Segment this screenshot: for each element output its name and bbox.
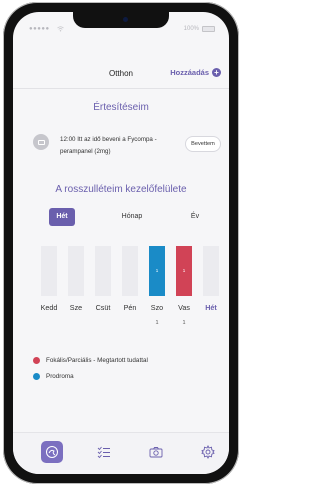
bar-value-label: 1 [182, 268, 186, 273]
bottom-tab-bar [13, 432, 229, 474]
legend-label: Prodroma [46, 372, 74, 380]
weekly-chart: Kedd Sze Csüt Pén 1 Szo 1 1 Vas 1 Hét [13, 246, 229, 346]
battery-icon [202, 26, 215, 32]
dashboard-title: A rosszulléteim kezelőfelülete [55, 184, 187, 195]
settings-icon [201, 445, 215, 459]
header-divider [13, 88, 229, 89]
status-bar: ●●●●● 100% [29, 26, 215, 36]
tab-camera[interactable] [145, 441, 167, 463]
chart-bar [203, 246, 219, 296]
top-header: Otthon Hozzáadás + [13, 66, 229, 82]
legend-item: Fokális/Parciális - Megtartott tudattal [33, 352, 223, 368]
chart-bar [41, 246, 57, 296]
legend-dot-red [33, 356, 40, 364]
chart-bar [122, 246, 138, 296]
checklist-icon [97, 446, 110, 459]
notifications-title: Értesítéseim [93, 102, 149, 113]
count-label: 1 [155, 320, 159, 326]
period-tabs: Hét Hónap Év [49, 208, 209, 226]
battery-indicator: 100% [184, 26, 215, 32]
wifi-icon [57, 26, 64, 34]
plus-circle-icon: + [212, 68, 221, 77]
legend-item: Prodroma [33, 368, 223, 384]
tab-checklist[interactable] [93, 441, 115, 463]
screen: ●●●●● 100% Otthon Hozzáadás + Értesítése… [13, 12, 229, 474]
notification-item: 12:00 Itt az idő beveni a Fycompa - pera… [13, 124, 229, 168]
camera-dot [123, 17, 128, 22]
chart-bar [95, 246, 111, 296]
battery-percent: 100% [183, 26, 199, 32]
count-label: 1 [182, 320, 186, 326]
tab-year[interactable]: Év [185, 208, 205, 226]
bar-value-label: 1 [155, 268, 159, 273]
tab-tracker[interactable] [41, 441, 63, 463]
legend-label: Fokális/Parciális - Megtartott tudattal [46, 356, 148, 364]
signal-indicator: ●●●●● [29, 26, 50, 32]
chart-legend: Fokális/Parciális - Megtartott tudattal … [33, 352, 223, 384]
tab-settings[interactable] [197, 441, 219, 463]
tab-month[interactable]: Hónap [117, 208, 147, 226]
chart-bar [68, 246, 84, 296]
day-label: Hét [205, 303, 217, 312]
pill-icon [33, 134, 49, 150]
tab-week[interactable]: Hét [49, 208, 75, 226]
seizure-tracker-icon [46, 446, 58, 458]
add-button[interactable]: Hozzáadás + [170, 68, 221, 77]
add-button-label: Hozzáadás [170, 68, 209, 77]
phone-frame: ●●●●● 100% Otthon Hozzáadás + Értesítése… [3, 2, 239, 484]
taken-button[interactable]: Bevettem [185, 136, 221, 152]
notification-text: 12:00 Itt az idő beveni a Fycompa - pera… [60, 136, 157, 155]
legend-dot-blue [33, 372, 40, 380]
camera-icon [149, 447, 163, 458]
